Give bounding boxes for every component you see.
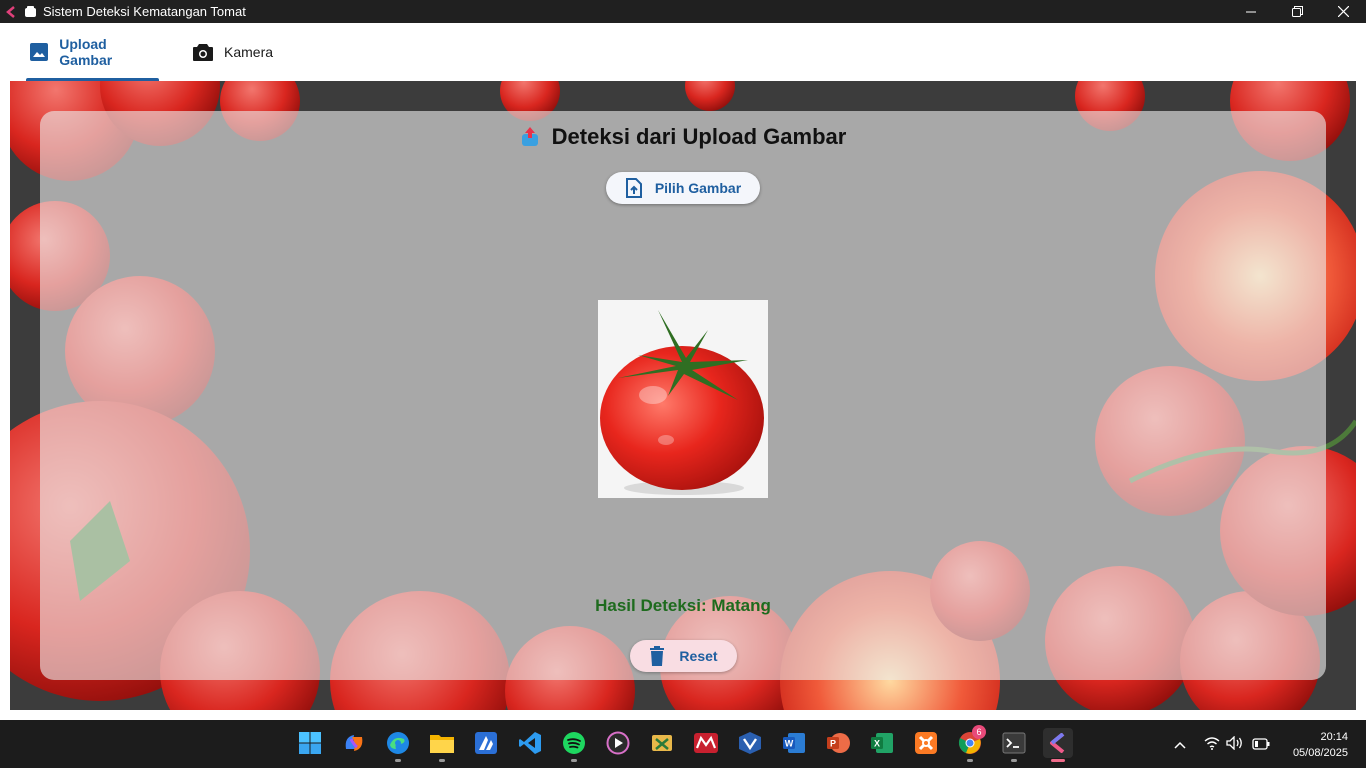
tab-bar: Upload Gambar Kamera (0, 23, 1366, 81)
svg-text:W: W (785, 739, 794, 749)
reset-button[interactable]: Reset (630, 640, 737, 672)
tab-upload-label: Upload Gambar (59, 36, 113, 68)
battery-icon[interactable] (1252, 737, 1270, 755)
back-arrow-icon[interactable] (0, 0, 22, 23)
pilih-gambar-label: Pilih Gambar (654, 180, 742, 196)
vscode-icon[interactable] (515, 728, 545, 758)
title-bar: Sistem Deteksi Kematangan Tomat (0, 0, 1366, 23)
aztec-app-icon[interactable] (471, 728, 501, 758)
spotify-running-dot (571, 759, 577, 762)
volume-icon[interactable] (1226, 735, 1244, 755)
excel-icon[interactable]: X (867, 728, 897, 758)
restore-button[interactable] (1274, 0, 1320, 23)
xampp-icon[interactable] (911, 728, 941, 758)
spotify-icon[interactable] (559, 728, 589, 762)
tomato-app-icon (24, 5, 37, 18)
reset-label: Reset (679, 648, 718, 664)
clock-time: 20:14 (1320, 731, 1348, 743)
pilih-gambar-button[interactable]: Pilih Gambar (606, 172, 760, 204)
detection-result: Hasil Deteksi: Matang (595, 596, 771, 615)
minimize-button[interactable] (1228, 0, 1274, 23)
file-explorer-icon[interactable] (427, 728, 457, 762)
tomato-image (598, 300, 768, 498)
explorer-running-dot (439, 759, 445, 762)
chrome-notification-badge: 6 (972, 725, 986, 739)
edge-running-dot (395, 759, 401, 762)
svg-text:P: P (830, 739, 836, 749)
edge-icon[interactable] (383, 728, 413, 762)
upload-tray-icon (520, 126, 542, 148)
wifi-icon[interactable] (1204, 736, 1220, 755)
svg-text:X: X (874, 739, 880, 749)
terminal-running-dot (1011, 759, 1017, 762)
powerpoint-icon[interactable]: P (823, 728, 853, 758)
card-title: Deteksi dari Upload Gambar (0, 124, 1366, 150)
tab-upload-gambar[interactable]: Upload Gambar (26, 23, 160, 81)
clock-date: 05/08/2025 (1292, 747, 1348, 759)
chrome-icon[interactable]: 6 (955, 725, 986, 762)
media-player-icon[interactable] (603, 728, 633, 758)
camera-icon (192, 41, 214, 63)
show-hidden-icons-chevron-icon[interactable] (1174, 736, 1186, 754)
terminal-icon[interactable] (999, 728, 1029, 762)
start-icon[interactable] (295, 728, 325, 758)
copilot-icon[interactable] (339, 728, 369, 758)
taskbar: W P X 6 20:14 05/08/2025 (0, 720, 1366, 768)
tab-kamera[interactable]: Kamera (192, 23, 273, 81)
file-upload-icon (625, 178, 645, 198)
card-title-text: Deteksi dari Upload Gambar (551, 124, 847, 149)
virtualbox-icon[interactable] (735, 728, 765, 758)
image-icon (28, 41, 49, 63)
word-icon[interactable]: W (779, 728, 809, 758)
tab-kamera-label: Kamera (224, 44, 274, 60)
uploaded-image-preview (598, 300, 768, 498)
flutter-app-active-dot (1051, 759, 1065, 762)
mendeley-icon[interactable] (691, 728, 721, 758)
chrome-running-dot (967, 759, 973, 762)
close-button[interactable] (1320, 0, 1366, 23)
window-title: Sistem Deteksi Kematangan Tomat (43, 4, 246, 19)
system-clock[interactable]: 20:14 05/08/2025 (1293, 729, 1348, 761)
snipping-tool-icon[interactable] (647, 728, 677, 758)
flutter-app-icon[interactable] (1043, 728, 1073, 762)
trash-icon (649, 646, 667, 666)
